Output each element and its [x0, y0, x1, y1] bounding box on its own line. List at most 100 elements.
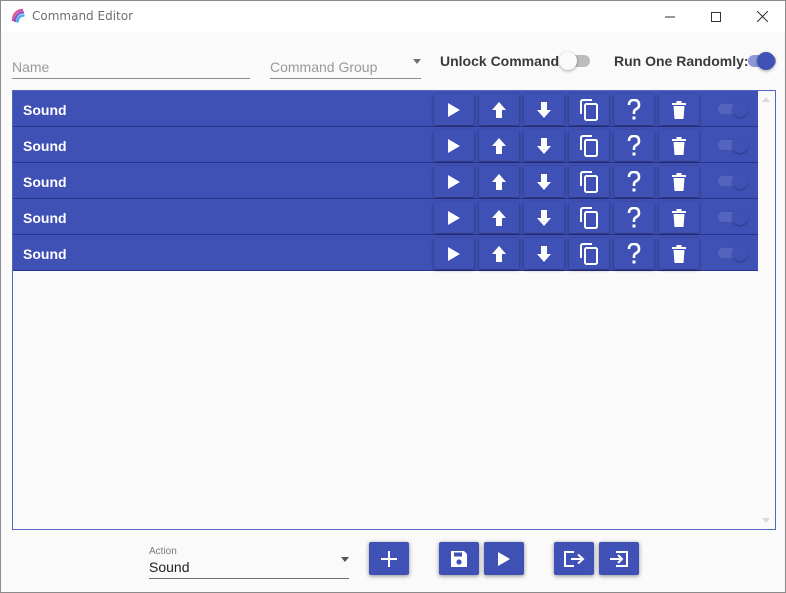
- command-editor-window: Command Editor Name Command Group Unlock…: [0, 0, 786, 593]
- app-logo-icon: [11, 8, 25, 23]
- delete-button[interactable]: [659, 94, 699, 125]
- toggle-thumb: [732, 137, 748, 153]
- delete-icon: [672, 208, 686, 227]
- action-row-label: Sound: [23, 174, 67, 190]
- move-up-icon: [492, 137, 506, 154]
- help-icon: [627, 242, 641, 263]
- duplicate-button[interactable]: [569, 238, 609, 269]
- help-button[interactable]: [614, 130, 654, 161]
- move-down-button[interactable]: [524, 238, 564, 269]
- save-button[interactable]: [439, 542, 479, 575]
- play-action-button[interactable]: [434, 166, 474, 197]
- move-down-button[interactable]: [524, 130, 564, 161]
- move-down-icon: [537, 137, 551, 154]
- toggle-thumb: [757, 52, 775, 70]
- export-icon: [564, 550, 585, 567]
- toggle-thumb: [732, 101, 748, 117]
- action-row[interactable]: Sound: [13, 163, 758, 199]
- run-one-randomly-toggle[interactable]: [745, 51, 779, 71]
- delete-icon: [672, 244, 686, 263]
- duplicate-button[interactable]: [569, 130, 609, 161]
- run-one-randomly-label: Run One Randomly:: [614, 53, 749, 69]
- action-enabled-toggle[interactable]: [718, 173, 748, 189]
- delete-icon: [672, 136, 686, 155]
- duplicate-button[interactable]: [569, 166, 609, 197]
- delete-button[interactable]: [659, 166, 699, 197]
- action-caption: Action: [149, 546, 177, 557]
- actions-list: Sound Sound Sound Sound Sound: [12, 90, 776, 530]
- move-down-button[interactable]: [524, 202, 564, 233]
- delete-button[interactable]: [659, 238, 699, 269]
- action-row-label: Sound: [23, 246, 67, 262]
- close-button[interactable]: [739, 1, 785, 32]
- toggle-thumb: [559, 52, 577, 70]
- command-group-placeholder: Command Group: [270, 59, 378, 75]
- action-row-label: Sound: [23, 102, 67, 118]
- play-icon: [448, 138, 460, 153]
- play-action-button[interactable]: [434, 202, 474, 233]
- unlock-command-toggle[interactable]: [559, 51, 593, 71]
- play-icon: [448, 246, 460, 261]
- maximize-button[interactable]: [693, 1, 739, 32]
- minimize-button[interactable]: [647, 1, 693, 32]
- import-icon: [610, 550, 628, 567]
- move-up-icon: [492, 245, 506, 262]
- minimize-icon: [665, 16, 675, 17]
- move-up-button[interactable]: [479, 94, 519, 125]
- action-enabled-toggle[interactable]: [718, 137, 748, 153]
- move-down-button[interactable]: [524, 166, 564, 197]
- chevron-down-icon: [413, 59, 421, 64]
- help-button[interactable]: [614, 94, 654, 125]
- play-action-button[interactable]: [434, 238, 474, 269]
- action-rows: Sound Sound Sound Sound Sound: [13, 91, 758, 271]
- delete-button[interactable]: [659, 130, 699, 161]
- toggle-thumb: [732, 245, 748, 261]
- move-up-icon: [492, 173, 506, 190]
- action-row[interactable]: Sound: [13, 91, 758, 127]
- play-icon: [498, 551, 510, 566]
- scroll-up-icon[interactable]: [762, 97, 770, 102]
- duplicate-button[interactable]: [569, 202, 609, 233]
- close-icon: [756, 11, 768, 22]
- help-icon: [627, 170, 641, 191]
- help-button[interactable]: [614, 166, 654, 197]
- delete-icon: [672, 100, 686, 119]
- action-enabled-toggle[interactable]: [718, 209, 748, 225]
- action-value: Sound: [149, 559, 190, 575]
- save-icon: [451, 550, 467, 567]
- export-button[interactable]: [554, 542, 594, 575]
- name-input[interactable]: Name: [12, 51, 250, 79]
- help-button[interactable]: [614, 202, 654, 233]
- move-down-icon: [537, 245, 551, 262]
- move-up-button[interactable]: [479, 202, 519, 233]
- action-type-select[interactable]: Action Sound: [149, 545, 349, 579]
- play-action-button[interactable]: [434, 94, 474, 125]
- command-group-select[interactable]: Command Group: [270, 51, 421, 79]
- move-up-icon: [492, 209, 506, 226]
- add-action-button[interactable]: [369, 542, 409, 575]
- action-row-label: Sound: [23, 210, 67, 226]
- move-up-button[interactable]: [479, 238, 519, 269]
- action-enabled-toggle[interactable]: [718, 101, 748, 117]
- play-icon: [448, 102, 460, 117]
- toggle-thumb: [732, 209, 748, 225]
- delete-icon: [672, 172, 686, 191]
- play-action-button[interactable]: [434, 130, 474, 161]
- test-command-button[interactable]: [484, 542, 524, 575]
- move-down-button[interactable]: [524, 94, 564, 125]
- action-row[interactable]: Sound: [13, 199, 758, 235]
- delete-button[interactable]: [659, 202, 699, 233]
- action-row[interactable]: Sound: [13, 235, 758, 271]
- import-button[interactable]: [599, 542, 639, 575]
- action-row[interactable]: Sound: [13, 127, 758, 163]
- duplicate-button[interactable]: [569, 94, 609, 125]
- action-enabled-toggle[interactable]: [718, 245, 748, 261]
- help-button[interactable]: [614, 238, 654, 269]
- duplicate-icon: [580, 206, 598, 229]
- move-up-button[interactable]: [479, 166, 519, 197]
- scroll-down-icon[interactable]: [762, 518, 770, 523]
- move-up-button[interactable]: [479, 130, 519, 161]
- move-up-icon: [492, 101, 506, 118]
- duplicate-icon: [580, 170, 598, 193]
- vertical-scrollbar[interactable]: [758, 91, 775, 529]
